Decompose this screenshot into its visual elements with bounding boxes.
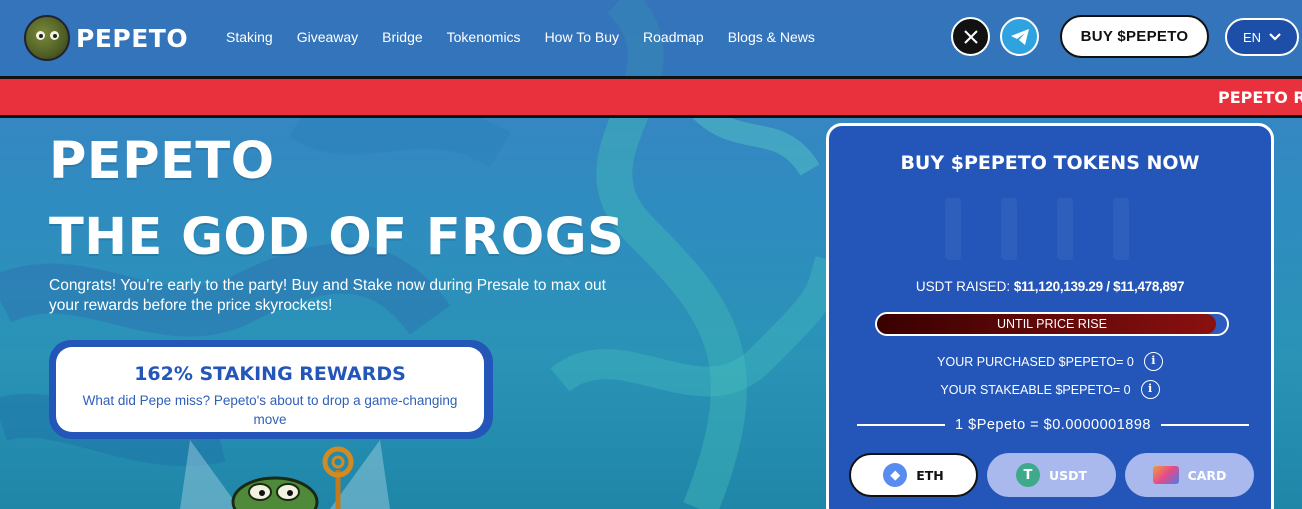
pay-eth-label: ETH xyxy=(916,467,944,483)
stakeable-row: YOUR STAKEABLE $PEPETO= 0 i xyxy=(829,380,1271,399)
info-icon[interactable]: i xyxy=(1143,352,1163,371)
ticker-text: PEPETO R xyxy=(1218,88,1302,107)
frog-mascot-image xyxy=(180,440,390,509)
nav-roadmap[interactable]: Roadmap xyxy=(643,29,704,45)
pay-usdt-button[interactable]: T USDT xyxy=(987,453,1116,497)
usdt-raised: USDT RAISED: $11,120,139.29 / $11,478,89… xyxy=(829,279,1271,294)
progress-label: UNTIL PRICE RISE xyxy=(997,317,1107,331)
pay-card-button[interactable]: CARD xyxy=(1125,453,1254,497)
usdt-raised-label: USDT RAISED: xyxy=(915,279,1011,294)
chevron-down-icon xyxy=(1269,33,1281,41)
token-price-text: 1 $Pepeto = $0.0000001898 xyxy=(955,417,1151,433)
pay-card-label: CARD xyxy=(1187,467,1227,483)
divider xyxy=(857,424,946,426)
presale-progress-bar: UNTIL PRICE RISE xyxy=(875,312,1229,336)
x-logo-icon xyxy=(963,29,978,44)
purchased-row: YOUR PURCHASED $PEPETO= 0 i xyxy=(829,352,1271,371)
hero-subtitle: Congrats! You're early to the party! Buy… xyxy=(49,277,606,314)
buy-widget: BUY $PEPETO TOKENS NOW USDT RAISED: $11,… xyxy=(826,123,1274,509)
x-twitter-link[interactable] xyxy=(951,17,990,56)
ethereum-icon: ◆ xyxy=(883,463,908,487)
main-nav: Staking Giveaway Bridge Tokenomics How T… xyxy=(226,29,839,45)
logo[interactable]: PEPETO xyxy=(24,15,188,61)
countdown-slot xyxy=(945,198,961,260)
nav-how-to-buy[interactable]: How To Buy xyxy=(545,29,619,45)
staking-rewards-title: 162% STAKING REWARDS xyxy=(134,363,406,385)
language-select[interactable]: EN xyxy=(1225,18,1299,56)
widget-title: BUY $PEPETO TOKENS NOW xyxy=(900,152,1200,174)
countdown-slot xyxy=(1113,198,1129,260)
frog-logo-icon xyxy=(24,15,70,61)
nav-giveaway[interactable]: Giveaway xyxy=(297,29,358,45)
countdown-slot xyxy=(1057,198,1073,260)
usdt-raised-value: $11,120,139.29 / $11,478,897 xyxy=(1013,279,1185,294)
hero-title-line1: PEPETO xyxy=(49,132,275,191)
nav-blogs-news[interactable]: Blogs & News xyxy=(728,29,815,45)
telegram-icon xyxy=(1010,28,1029,45)
site-header: PEPETO Staking Giveaway Bridge Tokenomic… xyxy=(0,0,1302,76)
telegram-link[interactable] xyxy=(1000,17,1039,56)
purchased-amount: YOUR PURCHASED $PEPETO= 0 xyxy=(937,354,1134,369)
staking-rewards-description: What did Pepe miss? Pepeto's about to dr… xyxy=(82,393,458,427)
token-price: 1 $Pepeto = $0.0000001898 xyxy=(857,417,1250,433)
credit-card-icon xyxy=(1152,466,1179,484)
pay-usdt-label: USDT xyxy=(1048,467,1088,483)
language-label: EN xyxy=(1242,29,1262,45)
logo-text: PEPETO xyxy=(76,23,189,53)
nav-bridge[interactable]: Bridge xyxy=(382,29,422,45)
announcement-ticker: PEPETO R xyxy=(0,76,1302,118)
stakeable-amount: YOUR STAKEABLE $PEPETO= 0 xyxy=(940,382,1131,397)
countdown-slot xyxy=(1001,198,1017,260)
staking-rewards-card: 162% STAKING REWARDS What did Pepe miss?… xyxy=(49,340,493,439)
nav-tokenomics[interactable]: Tokenomics xyxy=(447,29,521,45)
pay-eth-button[interactable]: ◆ ETH xyxy=(849,453,978,497)
countdown-timer xyxy=(945,198,1169,260)
buy-pepeto-button[interactable]: BUY $PEPETO xyxy=(1060,15,1209,58)
nav-staking[interactable]: Staking xyxy=(226,29,273,45)
divider xyxy=(1160,424,1250,426)
hero-title-line2: THE GOD OF FROGS xyxy=(49,208,625,267)
info-icon[interactable]: i xyxy=(1140,380,1160,399)
tether-icon: T xyxy=(1015,463,1040,487)
